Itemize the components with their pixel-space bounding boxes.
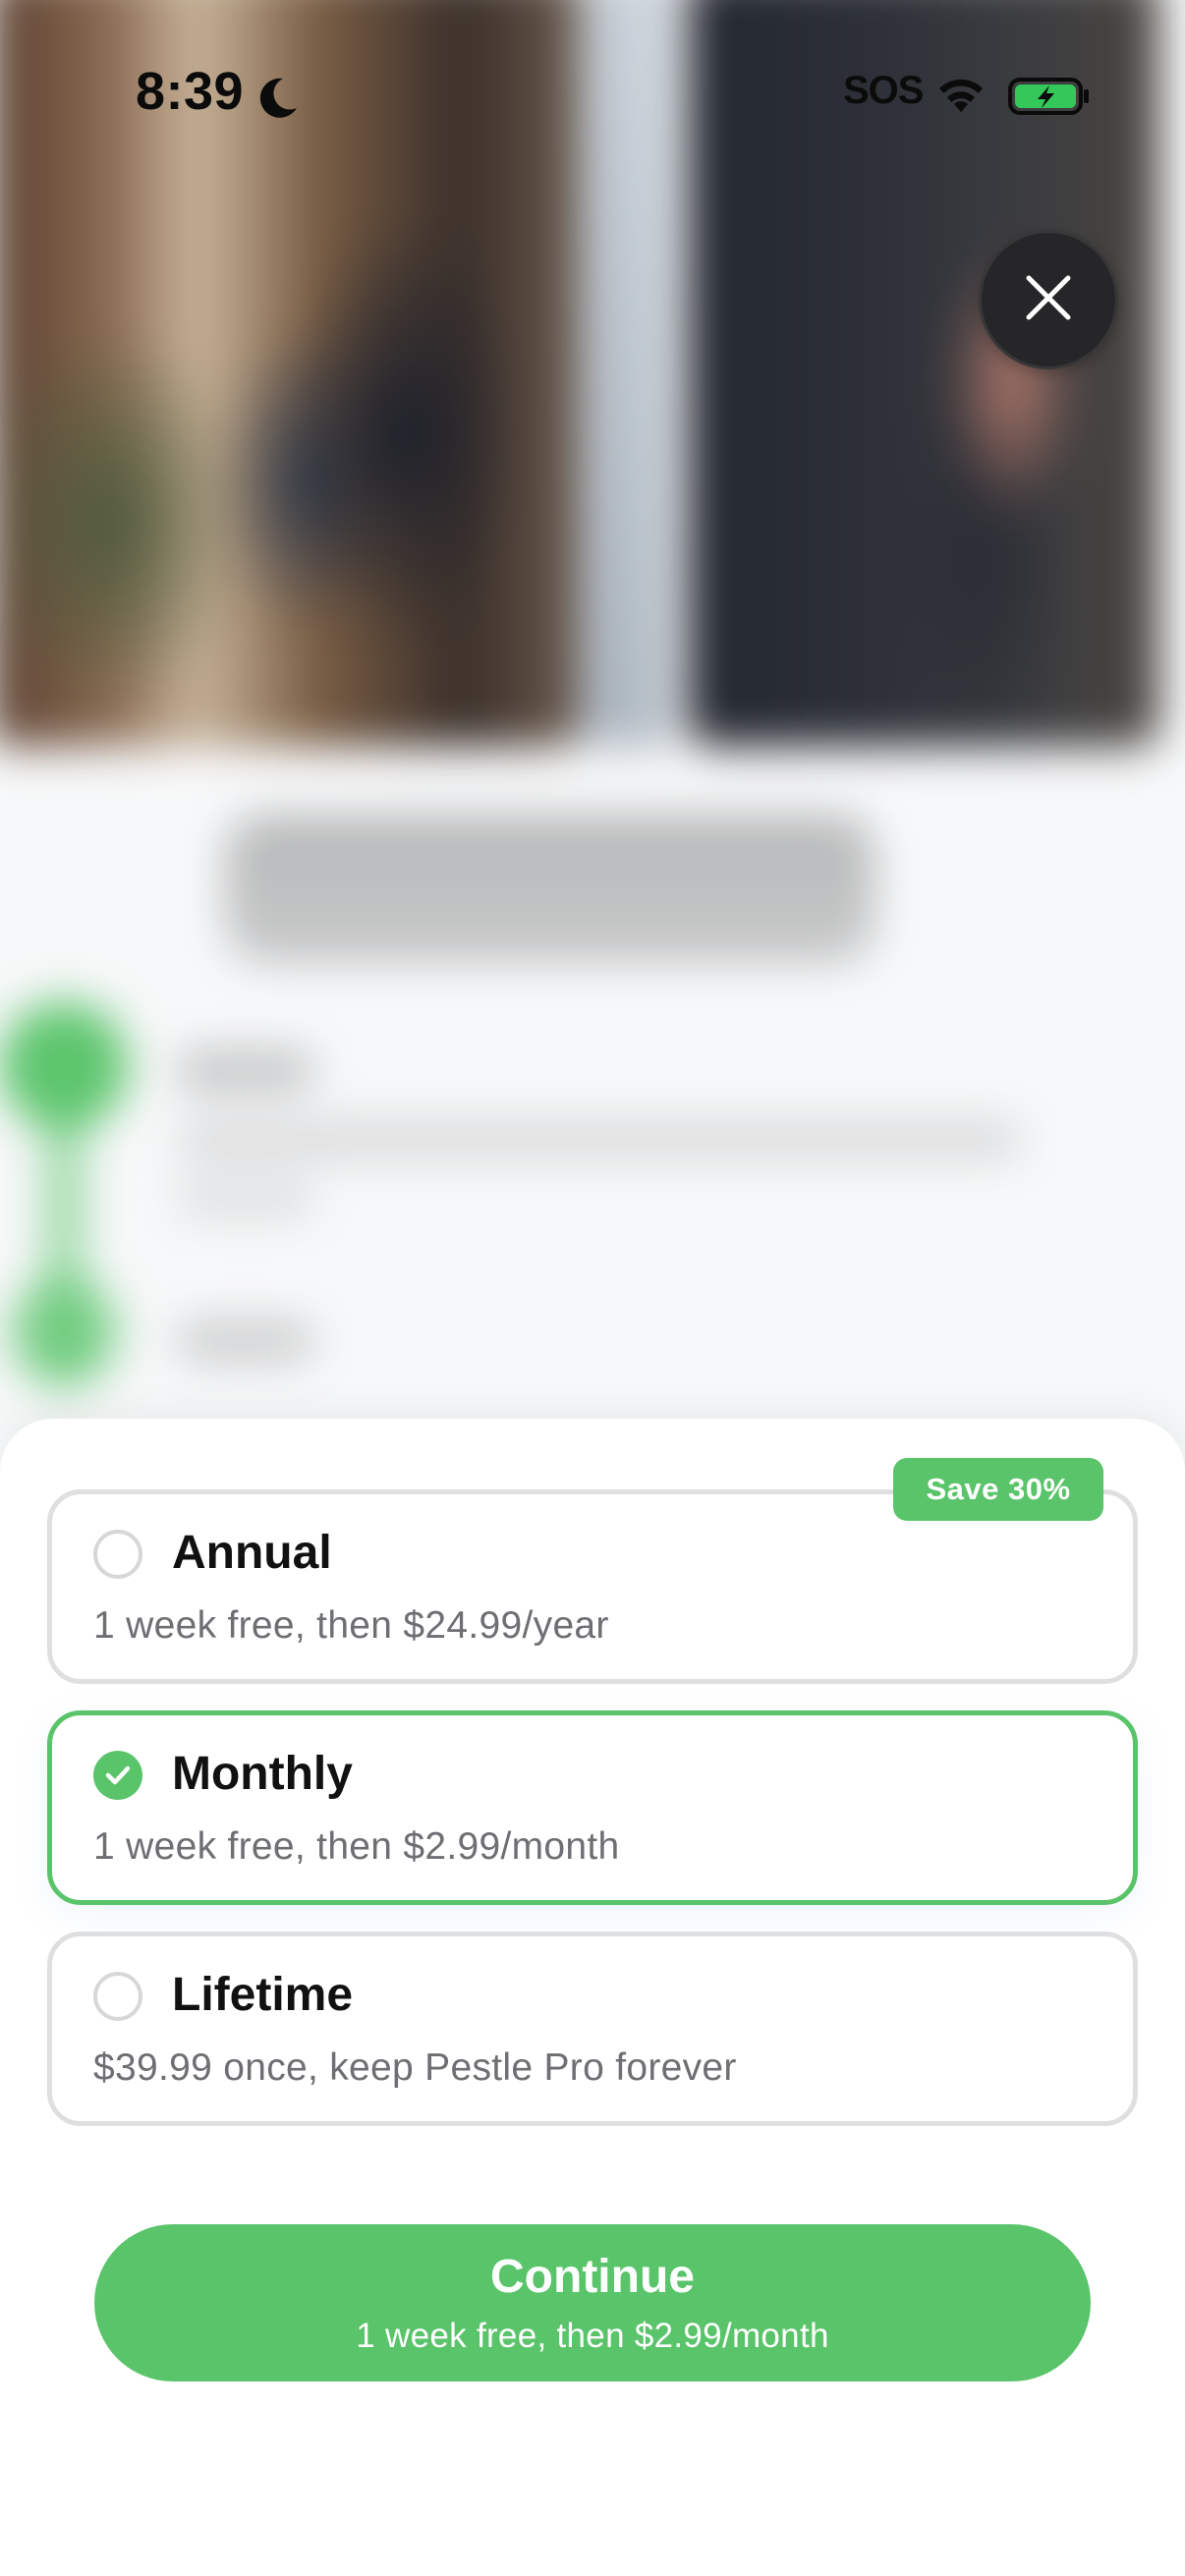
plan-option-monthly[interactable]: Monthly 1 week free, then $2.99/month: [47, 1710, 1138, 1905]
background-feature-text: [177, 1120, 1022, 1159]
close-button[interactable]: [979, 230, 1118, 369]
background-feature-dot: [10, 1277, 118, 1385]
continue-label: Continue: [490, 2251, 695, 2303]
radio-checked[interactable]: [93, 1751, 142, 1800]
checkmark-icon: [105, 1765, 131, 1785]
background-feature-text: [177, 1179, 314, 1218]
plan-option-lifetime[interactable]: Lifetime $39.99 once, keep Pestle Pro fo…: [47, 1932, 1138, 2126]
background-feature-dot: [0, 1002, 128, 1130]
background-feature-text: [177, 1321, 314, 1361]
continue-sublabel: 1 week free, then $2.99/month: [356, 2317, 829, 2355]
plan-description: 1 week free, then $24.99/year: [93, 1604, 609, 1647]
status-time: 8:39: [136, 62, 245, 121]
radio-unchecked[interactable]: [93, 1530, 142, 1579]
radio-unchecked[interactable]: [93, 1972, 142, 2021]
moon-icon: [254, 75, 301, 122]
paywall-sheet: Save 30% Annual 1 week free, then $24.99…: [0, 1419, 1185, 2576]
battery-charging-icon: [1008, 77, 1091, 116]
plan-title: Annual: [172, 1527, 332, 1579]
save-badge: Save 30%: [893, 1458, 1103, 1521]
plan-description: $39.99 once, keep Pestle Pro forever: [93, 2046, 737, 2089]
close-icon: [1021, 270, 1076, 330]
plan-title: Lifetime: [172, 1969, 354, 2021]
plan-title: Monthly: [172, 1748, 353, 1800]
background-headline: [226, 815, 875, 963]
wifi-icon: [935, 73, 987, 116]
background-feature-text: [177, 1051, 314, 1091]
plan-description: 1 week free, then $2.99/month: [93, 1825, 620, 1868]
status-sos-label: SOS: [843, 69, 924, 112]
continue-button[interactable]: Continue 1 week free, then $2.99/month: [94, 2224, 1091, 2381]
status-bar: 8:39 SOS: [0, 0, 1185, 196]
